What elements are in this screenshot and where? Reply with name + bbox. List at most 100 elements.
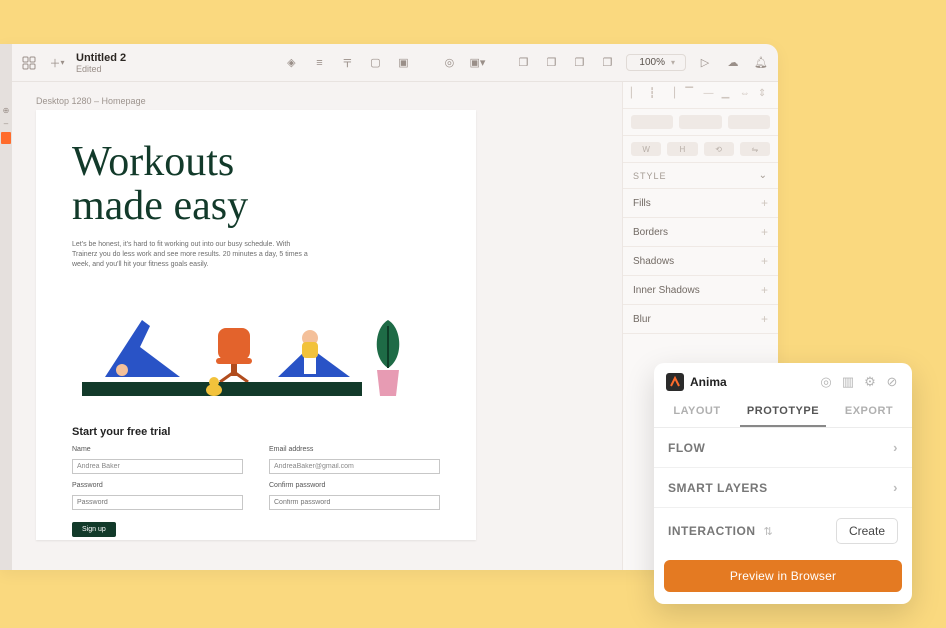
align-left-icon[interactable]: ▏ — [631, 88, 643, 102]
borders-row[interactable]: Borders+ — [623, 218, 778, 247]
top-toolbar: ＋▾ Untitled 2 Edited ◈ ≡ 〒 ▢ ▣ ◎ ▣▾ ❐ ❐ … — [12, 44, 778, 82]
distribute-h-icon[interactable]: ⇔ — [740, 88, 752, 102]
password-input[interactable] — [72, 495, 243, 510]
bool-intersect-icon[interactable]: ❐ — [570, 54, 588, 72]
add-layer-icon[interactable]: ⊕ — [3, 106, 10, 115]
yoga-person-left-icon — [100, 312, 190, 382]
zoom-value: 100% — [639, 57, 665, 68]
preview-in-browser-button[interactable]: Preview in Browser — [664, 560, 902, 592]
gear-icon[interactable]: ⚙ — [862, 374, 878, 390]
selected-page-indicator[interactable] — [1, 132, 11, 144]
rotation-field[interactable] — [728, 115, 770, 129]
cloud-icon[interactable]: ☁ — [724, 54, 742, 72]
artboard-label[interactable]: Desktop 1280 – Homepage — [36, 96, 146, 106]
style-section-header[interactable]: STYLE ⌄ — [623, 163, 778, 189]
play-preview-icon[interactable]: ▷ — [696, 54, 714, 72]
close-icon[interactable]: ⊘ — [884, 374, 900, 390]
align-toolbar: ▏ ┇ ▕ ▔ ― ▁ ⇔ ⇕ — [623, 82, 778, 109]
chair-icon — [212, 326, 256, 382]
name-input[interactable] — [72, 459, 243, 474]
group-tool-icon[interactable]: ▣ — [394, 54, 412, 72]
lock-aspect-icon[interactable]: ⟲ — [704, 142, 734, 156]
yoga-person-right-icon — [272, 312, 356, 382]
plus-icon[interactable]: + — [761, 225, 768, 239]
signup-form: Name Email address Password Confirm — [72, 446, 440, 510]
shadows-row[interactable]: Shadows+ — [623, 247, 778, 276]
apps-grid-icon[interactable] — [20, 54, 38, 72]
hero-heading: Workouts made easy — [72, 140, 440, 228]
inner-shadows-label: Inner Shadows — [633, 285, 700, 296]
tab-prototype[interactable]: PROTOTYPE — [740, 397, 826, 427]
flip-icon[interactable]: ⇋ — [740, 142, 770, 156]
target-icon[interactable]: ◎ — [818, 374, 834, 390]
chevron-right-icon: › — [893, 480, 898, 495]
align-tool-icon[interactable]: ≡ — [310, 54, 328, 72]
width-field[interactable]: W — [631, 142, 661, 156]
inner-shadows-row[interactable]: Inner Shadows + — [623, 276, 778, 305]
anima-title: Anima — [690, 375, 812, 389]
chevron-right-icon: › — [893, 440, 898, 455]
document-title-block[interactable]: Untitled 2 Edited — [76, 52, 126, 74]
hero-illustration — [72, 286, 440, 396]
y-field[interactable] — [679, 115, 721, 129]
artboard-homepage[interactable]: Workouts made easy Let's be honest, it's… — [36, 110, 476, 540]
align-middle-icon[interactable]: ― — [704, 88, 716, 102]
hero-line-2: made easy — [72, 183, 248, 229]
add-icon[interactable]: ＋▾ — [48, 54, 66, 72]
anima-tabs: LAYOUT PROTOTYPE EXPORT — [654, 397, 912, 428]
dog-icon — [202, 376, 226, 398]
chevron-down-icon: ⌄ — [759, 170, 768, 181]
create-button[interactable]: Create — [836, 518, 898, 544]
left-rail: ⊕ – — [0, 44, 12, 570]
document-status: Edited — [76, 64, 126, 74]
text-tool-icon[interactable]: ▢ — [366, 54, 384, 72]
align-right-icon[interactable]: ▕ — [667, 88, 679, 102]
align-center-icon[interactable]: ┇ — [649, 88, 661, 102]
style-header-label: STYLE — [633, 171, 667, 181]
plus-icon[interactable]: + — [761, 283, 768, 297]
tab-export[interactable]: EXPORT — [826, 397, 912, 427]
chevron-down-icon: ▾ — [671, 58, 675, 67]
fills-label: Fills — [633, 198, 651, 209]
bell-icon[interactable]: 🔔︎ — [752, 54, 770, 72]
distribute-v-icon[interactable]: ⇕ — [758, 88, 770, 102]
panel-layout-icon[interactable]: ▥ — [840, 374, 856, 390]
smart-layers-section[interactable]: SMART LAYERS › — [654, 468, 912, 508]
mask-tool-icon[interactable]: ◎ — [440, 54, 458, 72]
shape-tool-icon[interactable]: ◈ — [282, 54, 300, 72]
plus-icon[interactable]: + — [761, 196, 768, 210]
bool-exclude-icon[interactable]: ❐ — [598, 54, 616, 72]
plant-icon — [368, 318, 408, 396]
align-top-icon[interactable]: ▔ — [685, 88, 697, 102]
anima-plugin-panel: Anima ◎ ▥ ⚙ ⊘ LAYOUT PROTOTYPE EXPORT FL… — [654, 363, 912, 604]
flow-section[interactable]: FLOW › — [654, 428, 912, 468]
align-bottom-icon[interactable]: ▁ — [722, 88, 734, 102]
form-title: Start your free trial — [72, 426, 440, 438]
distribute-tool-icon[interactable]: 〒 — [338, 54, 356, 72]
interaction-label: INTERACTION — [668, 524, 756, 538]
confirm-password-label: Confirm password — [269, 482, 440, 489]
hero-line-1: Workouts — [72, 139, 234, 185]
fills-row[interactable]: Fills + — [623, 189, 778, 218]
signup-button[interactable]: Sign up — [72, 522, 116, 537]
plus-icon[interactable]: + — [761, 254, 768, 268]
bool-subtract-icon[interactable]: ❐ — [542, 54, 560, 72]
x-field[interactable] — [631, 115, 673, 129]
bool-union-icon[interactable]: ❐ — [514, 54, 532, 72]
smart-layers-label: SMART LAYERS — [668, 481, 768, 495]
sort-icon[interactable]: ⇅ — [764, 525, 773, 538]
plus-icon[interactable]: + — [761, 312, 768, 326]
confirm-password-input[interactable] — [269, 495, 440, 510]
email-label: Email address — [269, 446, 440, 453]
height-field[interactable]: H — [667, 142, 697, 156]
rail-dash-icon: – — [4, 119, 8, 128]
tab-layout[interactable]: LAYOUT — [654, 397, 740, 427]
crop-tool-icon[interactable]: ▣▾ — [468, 54, 486, 72]
blur-row[interactable]: Blur+ — [623, 305, 778, 334]
canvas-main[interactable]: Desktop 1280 – Homepage Workouts made ea… — [12, 82, 622, 570]
hero-body-text: Let's be honest, it's hard to fit workin… — [72, 240, 312, 269]
zoom-selector[interactable]: 100% ▾ — [626, 54, 686, 71]
anima-header: Anima ◎ ▥ ⚙ ⊘ — [654, 363, 912, 397]
email-input[interactable] — [269, 459, 440, 474]
document-title: Untitled 2 — [76, 52, 126, 64]
